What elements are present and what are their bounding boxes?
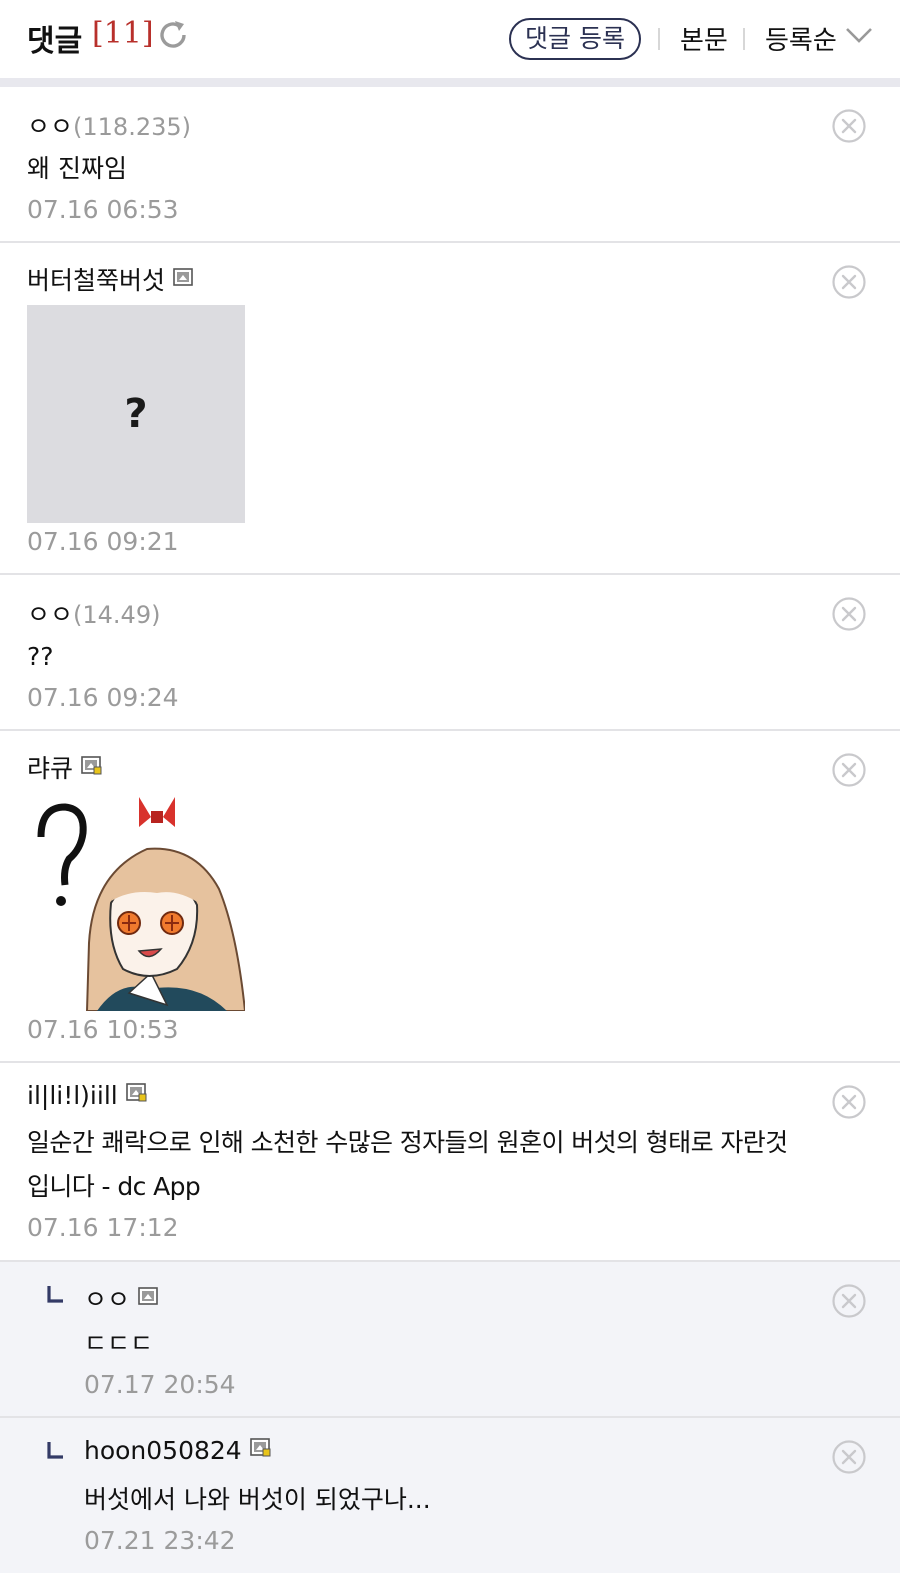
delete-icon[interactable] xyxy=(832,265,866,299)
comment-date: 07.16 09:24 xyxy=(27,683,179,712)
missing-image-icon: ? xyxy=(124,391,148,437)
comment-ip: (118.235) xyxy=(73,113,191,141)
comment-title: 댓글 xyxy=(27,24,83,59)
comment-count: [11] xyxy=(92,16,154,51)
comment-image-placeholder[interactable]: ? xyxy=(27,305,245,523)
comment-ip: (14.49) xyxy=(73,601,161,629)
comment-date: 07.16 06:53 xyxy=(27,195,179,224)
gallery-fixed-member-icon xyxy=(81,756,102,775)
delete-icon[interactable] xyxy=(832,1284,866,1318)
chevron-down-icon[interactable] xyxy=(845,26,873,44)
divider xyxy=(743,28,745,50)
gallery-fixed-member-icon xyxy=(125,1083,147,1102)
divider xyxy=(658,28,660,50)
comment-nickname[interactable]: ㅇㅇ xyxy=(84,1280,159,1316)
register-comment-button[interactable]: 댓글 등록 xyxy=(509,18,641,60)
dccon-sticker-image[interactable] xyxy=(27,793,245,1011)
delete-icon[interactable] xyxy=(832,1440,866,1474)
comment-text: ㄷㄷㄷ xyxy=(84,1329,154,1358)
body-link[interactable]: 본문 xyxy=(680,20,728,57)
gallery-fixed-member-icon xyxy=(249,1438,271,1457)
comment-header: 댓글 [11] 댓글 등록 본문 등록순 xyxy=(0,0,900,78)
delete-icon[interactable] xyxy=(832,597,866,631)
sort-select[interactable]: 등록순 xyxy=(765,20,837,57)
comment-date: 07.16 09:21 xyxy=(27,527,179,556)
comment-text: ?? xyxy=(27,642,54,671)
comment-nickname[interactable]: il|li!l)iill xyxy=(27,1081,147,1110)
refresh-icon[interactable] xyxy=(156,18,190,52)
comment-item: il|li!l)iill 일순간 쾌락으로 인해 소천한 수많은 정자들의 원혼… xyxy=(0,1063,900,1262)
comment-nickname[interactable]: ㅇㅇ(118.235) xyxy=(27,107,191,143)
comment-text: 왜 진짜임 xyxy=(27,154,127,183)
comment-item: ㅇㅇ(14.49) ?? 07.16 09:24 xyxy=(0,575,900,731)
comment-nickname[interactable]: hoon050824 xyxy=(84,1436,271,1465)
header-divider-bar xyxy=(0,78,900,87)
reply-arrow-icon xyxy=(47,1442,64,1459)
comment-item: ㅇㅇ(118.235) 왜 진짜임 07.16 06:53 xyxy=(0,87,900,243)
reply-arrow-icon xyxy=(47,1286,64,1303)
comment-item: 랴큐 07.16 10:53 xyxy=(0,731,900,1063)
comment-date: 07.16 17:12 xyxy=(27,1213,179,1242)
comment-nickname[interactable]: 버터철쭉버섯 xyxy=(27,261,194,297)
delete-icon[interactable] xyxy=(832,753,866,787)
reply-item: hoon050824 버섯에서 나와 버섯이 되었구나... 07.21 23:… xyxy=(0,1418,900,1573)
reply-item: ㅇㅇ ㄷㄷㄷ 07.17 20:54 xyxy=(0,1262,900,1418)
comment-date: 07.21 23:42 xyxy=(84,1526,236,1555)
gallery-member-icon xyxy=(173,268,193,286)
comment-nickname[interactable]: 랴큐 xyxy=(27,749,102,785)
delete-icon[interactable] xyxy=(832,1085,866,1119)
comment-text: 버섯에서 나와 버섯이 되었구나... xyxy=(84,1485,431,1514)
delete-icon[interactable] xyxy=(832,109,866,143)
gallery-member-icon xyxy=(138,1287,158,1305)
comment-date: 07.17 20:54 xyxy=(84,1370,236,1399)
comment-text: 일순간 쾌락으로 인해 소천한 수많은 정자들의 원혼이 버섯의 형태로 자란것… xyxy=(27,1128,788,1201)
comment-date: 07.16 10:53 xyxy=(27,1015,179,1044)
comment-nickname[interactable]: ㅇㅇ(14.49) xyxy=(27,595,160,631)
comment-item: 버터철쭉버섯 ? 07.16 09:21 xyxy=(0,243,900,575)
